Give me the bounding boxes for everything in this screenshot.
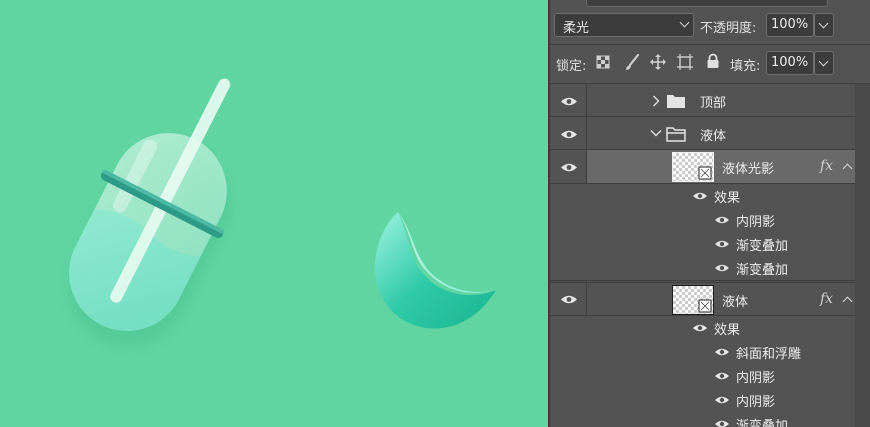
layers-panel: 柔光 不透明度: 100% 锁定: 填充: 100% 顶部 液体 液体光影 fx…: [550, 0, 870, 427]
smart-object-icon: [698, 166, 712, 180]
eye-icon[interactable]: [714, 395, 730, 405]
layer-name: 液体: [700, 129, 727, 144]
fill-dropdown[interactable]: [814, 51, 834, 75]
effect-item[interactable]: 内阴影: [550, 208, 855, 232]
chevron-down-icon: [818, 56, 829, 67]
effect-label: 内阴影: [736, 371, 776, 386]
opacity-label: 不透明度:: [700, 21, 757, 36]
folder-icon: [667, 95, 685, 108]
opacity-value: 100%: [771, 17, 809, 32]
layer-name: 液体光影: [722, 162, 775, 177]
fx-icon[interactable]: fx: [820, 291, 833, 307]
effects-header[interactable]: 效果: [550, 184, 855, 208]
folder-open-icon: [666, 127, 686, 142]
eye-icon[interactable]: [714, 371, 730, 381]
eye-icon[interactable]: [714, 347, 730, 357]
chevron-down-icon: [818, 18, 829, 29]
lock-row: 锁定: 填充: 100%: [550, 48, 870, 78]
effect-item[interactable]: 斜面和浮雕: [550, 340, 855, 364]
fill-value: 100%: [771, 55, 809, 70]
effect-item[interactable]: 内阴影: [550, 364, 855, 388]
blend-row: 柔光 不透明度: 100%: [550, 10, 870, 40]
fill-label: 填充:: [730, 59, 761, 74]
visibility-toggle[interactable]: [550, 117, 587, 149]
eye-icon[interactable]: [714, 215, 730, 225]
effect-label: 内阴影: [736, 215, 776, 230]
eye-icon[interactable]: [714, 239, 730, 249]
eye-icon[interactable]: [692, 191, 708, 201]
effects-label: 效果: [714, 323, 741, 338]
effects-header[interactable]: 效果: [550, 316, 855, 340]
layer-name: 液体: [722, 295, 749, 310]
eye-icon: [561, 163, 577, 172]
lock-artboard-icon[interactable]: [676, 54, 694, 70]
effect-item[interactable]: 内阴影: [550, 388, 855, 412]
chevron-down-icon[interactable]: [650, 129, 662, 137]
effect-label: 渐变叠加: [736, 263, 789, 278]
opacity-dropdown[interactable]: [814, 13, 834, 37]
eye-icon: [561, 295, 577, 304]
chevron-down-icon: [679, 17, 690, 28]
fill-input[interactable]: 100%: [766, 51, 814, 75]
document-canvas[interactable]: [0, 0, 548, 427]
eye-icon[interactable]: [714, 263, 730, 273]
eye-icon: [561, 130, 577, 139]
liquid-wedge: [374, 212, 496, 329]
opacity-input[interactable]: 100%: [766, 13, 814, 37]
effect-item[interactable]: 渐变叠加: [550, 412, 855, 427]
fx-icon[interactable]: fx: [820, 158, 833, 174]
layers-scrollbar[interactable]: [855, 84, 870, 427]
blend-mode-value: 柔光: [563, 21, 590, 36]
layer-group-top[interactable]: 顶部: [550, 84, 855, 117]
lock-brush-icon[interactable]: [624, 54, 640, 72]
layer-liquid[interactable]: 液体 fx: [550, 282, 855, 316]
effect-item[interactable]: 渐变叠加: [550, 256, 855, 281]
visibility-toggle[interactable]: [550, 283, 587, 315]
visibility-toggle[interactable]: [550, 150, 587, 183]
lock-move-icon[interactable]: [650, 54, 666, 70]
effect-label: 渐变叠加: [736, 239, 789, 254]
eye-icon[interactable]: [714, 419, 730, 427]
search-strip: [586, 0, 828, 7]
cup-artwork: [68, 78, 496, 348]
toolbar-separator: [550, 44, 870, 45]
chevron-up-icon[interactable]: [842, 163, 853, 174]
effect-label: 渐变叠加: [736, 419, 789, 427]
effect-label: 内阴影: [736, 395, 776, 410]
eye-icon: [561, 97, 577, 106]
layer-group-liquid[interactable]: 液体: [550, 117, 855, 150]
blend-mode-select[interactable]: 柔光: [554, 13, 694, 37]
lock-transparent-icon[interactable]: [596, 55, 610, 69]
eye-icon[interactable]: [692, 323, 708, 333]
layer-liquid-light[interactable]: 液体光影 fx: [550, 150, 855, 184]
chevron-right-icon[interactable]: [652, 95, 660, 107]
chevron-up-icon[interactable]: [842, 296, 853, 307]
smart-object-icon: [698, 299, 712, 313]
effect-label: 斜面和浮雕: [736, 347, 802, 362]
visibility-toggle[interactable]: [550, 84, 587, 116]
lock-all-icon[interactable]: [706, 53, 720, 69]
lock-label: 锁定:: [556, 59, 587, 74]
layer-name: 顶部: [700, 96, 727, 111]
effect-item[interactable]: 渐变叠加: [550, 232, 855, 256]
effects-label: 效果: [714, 191, 741, 206]
